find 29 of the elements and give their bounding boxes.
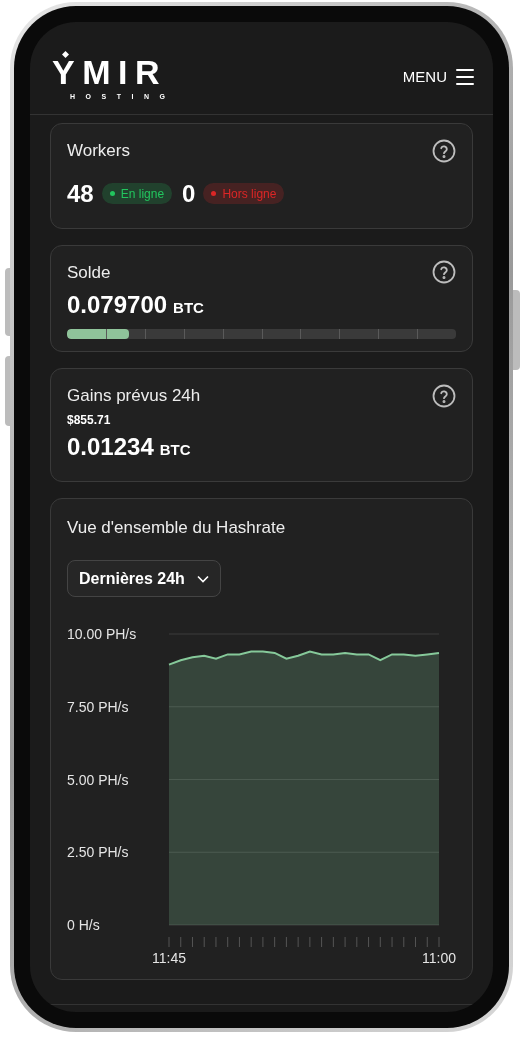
menu-icon bbox=[455, 68, 475, 86]
logo-text: YMIR bbox=[52, 58, 167, 87]
help-icon[interactable] bbox=[432, 383, 456, 408]
currency-unit: BTC bbox=[173, 298, 204, 318]
earnings-amount: 0.01234 bbox=[67, 431, 154, 462]
help-icon[interactable] bbox=[432, 138, 456, 163]
diamond-icon bbox=[62, 51, 69, 59]
period-dropdown[interactable]: Dernières 24h bbox=[67, 560, 221, 597]
help-icon[interactable] bbox=[432, 260, 456, 285]
y-axis-label: 2.50 PH/s bbox=[67, 844, 129, 861]
y-axis-label: 5.00 PH/s bbox=[67, 771, 129, 788]
menu-button[interactable]: MENU bbox=[402, 65, 475, 89]
status-badge: En ligne bbox=[101, 183, 173, 204]
card-title: Workers bbox=[67, 140, 130, 162]
worker-count: 48 bbox=[67, 178, 94, 209]
status-badge: Hors ligne bbox=[203, 183, 285, 204]
worker-count: 0 bbox=[182, 178, 196, 209]
card-title: Vue d'ensemble du Hashrate bbox=[67, 516, 287, 539]
y-axis-label: 7.50 PH/s bbox=[67, 698, 129, 715]
x-axis-label: 11:45 bbox=[152, 950, 186, 966]
y-axis-label: 10.00 PH/s bbox=[67, 626, 137, 642]
card-title: Solde bbox=[67, 261, 111, 284]
y-axis-label: 0 H/s bbox=[67, 917, 100, 933]
usd-value: $855.71 bbox=[67, 411, 112, 429]
balance-amount: 0.079700 bbox=[67, 290, 168, 320]
chevron-down-icon bbox=[196, 574, 209, 583]
x-axis-label: 11:00 bbox=[422, 950, 456, 966]
card-title: Gains prévus 24h bbox=[67, 385, 201, 407]
currency-unit: BTC bbox=[159, 439, 191, 460]
